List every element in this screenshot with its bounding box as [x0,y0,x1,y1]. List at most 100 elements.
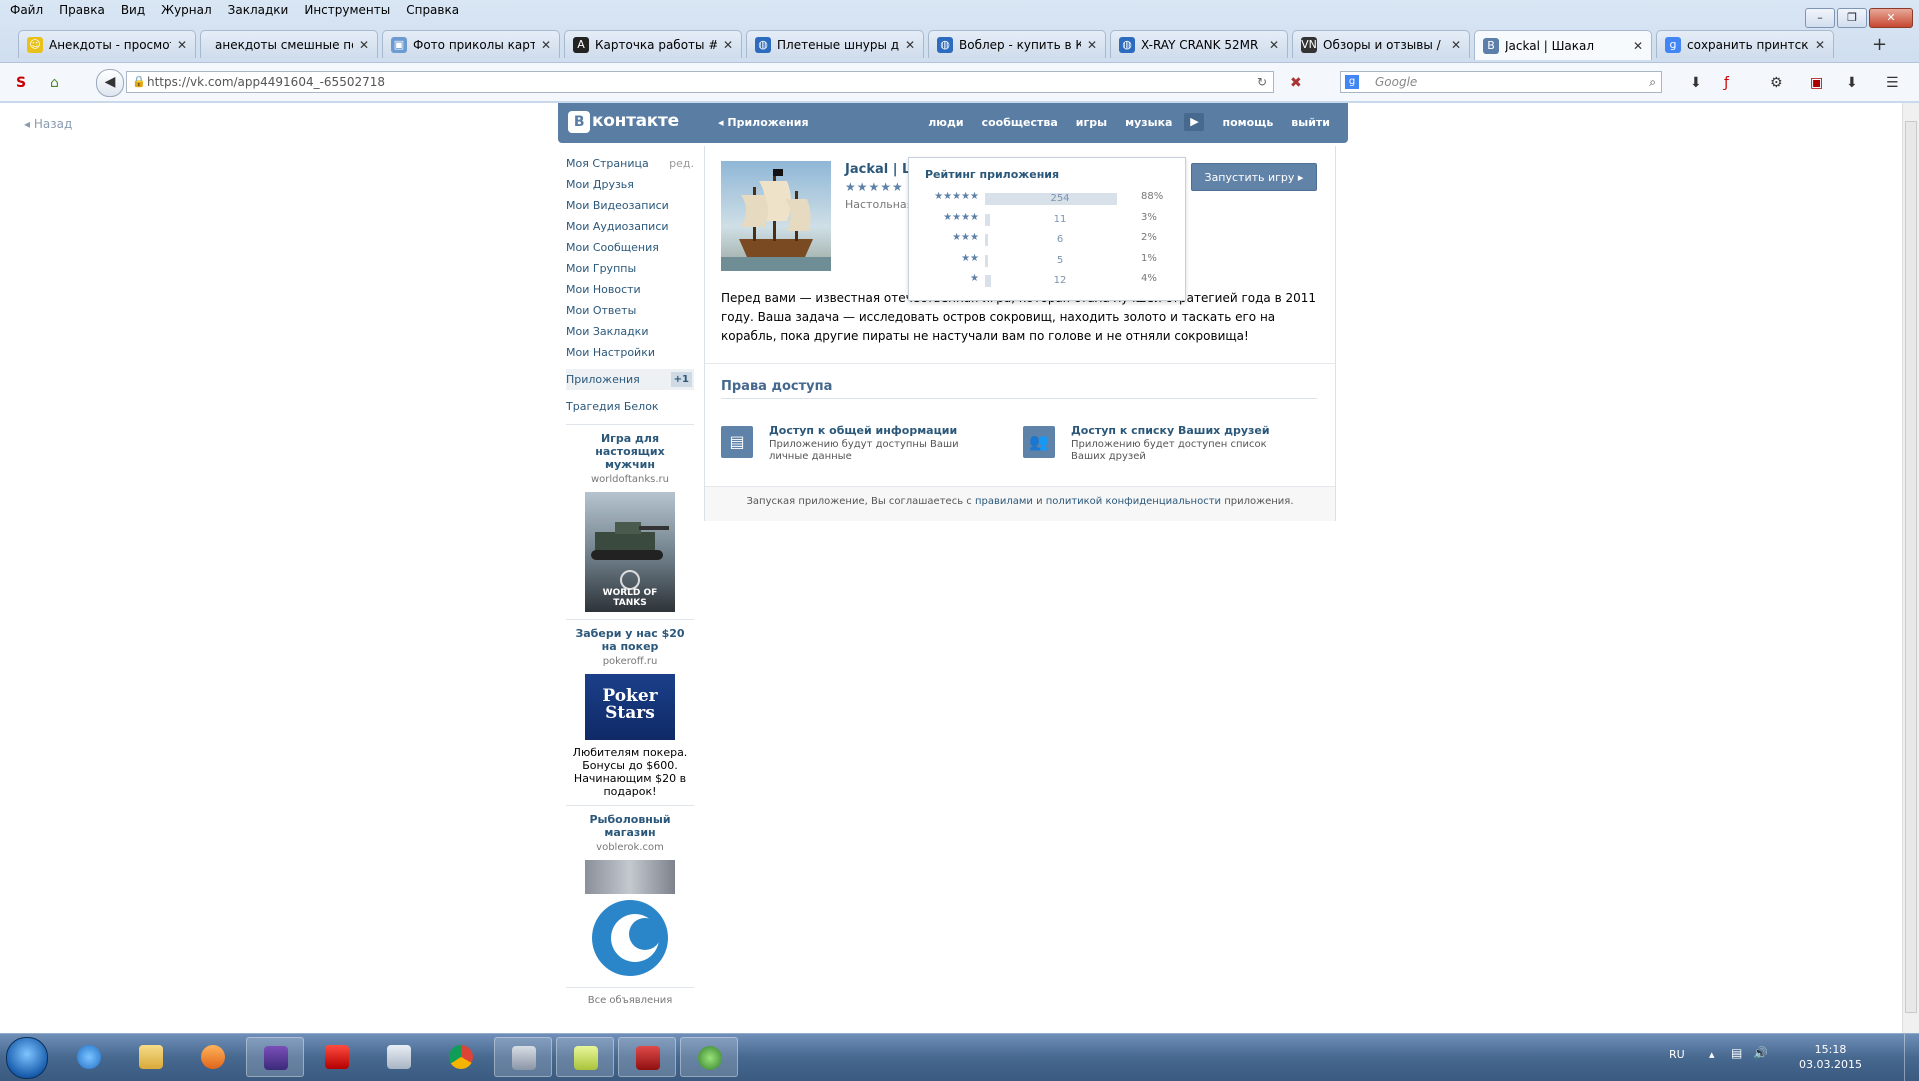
close-tab-icon[interactable]: ✕ [1087,38,1097,52]
close-tab-icon[interactable]: ✕ [177,38,187,52]
sidebar-item[interactable]: Мои Новости [566,279,694,300]
taskbar-app-window[interactable] [494,1037,552,1077]
minimize-button[interactable]: – [1805,8,1835,28]
clock[interactable]: 15:18 03.03.2015 [1799,1042,1862,1072]
close-tab-icon[interactable]: ✕ [905,38,915,52]
search-input[interactable]: g Google ⌕ [1340,71,1662,93]
rules-link[interactable]: правилами [975,496,1033,507]
browser-tab[interactable]: A Карточка работы #11... ✕ [564,30,742,58]
sidebar-item[interactable]: Мои Группы [566,258,694,279]
close-tab-icon[interactable]: ✕ [1269,38,1279,52]
addon-flag-icon[interactable]: ▣ [1810,75,1823,91]
close-tab-icon[interactable]: ✕ [541,38,551,52]
show-desktop-button[interactable] [1904,1034,1919,1081]
nav-logout[interactable]: выйти [1291,116,1330,131]
browser-tab[interactable]: анекдоты смешные пош... ✕ [200,30,378,58]
taskbar-media-player[interactable] [184,1037,242,1077]
back-button[interactable]: ◀ [96,69,124,97]
url-bar[interactable]: 🔒 https://vk.com/app4491604_-65502718 ↻ [126,71,1274,93]
close-tab-icon[interactable]: ✕ [1633,39,1643,53]
start-button[interactable] [6,1037,48,1079]
download-icon[interactable]: ⬇ [1690,75,1702,91]
app-icon[interactable] [721,161,831,271]
addon-gear-icon[interactable]: ⚙ [1770,75,1783,91]
taskbar-firefox[interactable] [246,1037,304,1077]
browser-tab[interactable]: ◍ Воблер - купить в Ки... ✕ [928,30,1106,58]
ad-title[interactable]: Игра для настоящих мужчин [570,432,690,471]
addon-s-icon[interactable]: S [16,75,26,91]
ad-voblerok[interactable]: Рыболовный магазин voblerok.com [570,813,690,980]
ad-worldoftanks[interactable]: Игра для настоящих мужчин worldoftanks.r… [570,432,690,612]
menu-tools[interactable]: Инструменты [294,0,396,17]
sidebar-item[interactable]: Мои Сообщения [566,237,694,258]
new-tab-button[interactable]: + [1872,34,1887,55]
taskbar-autocad[interactable] [618,1037,676,1077]
menu-edit[interactable]: Правка [49,0,111,17]
taskbar-notes[interactable] [556,1037,614,1077]
network-icon[interactable]: ▤ [1731,1046,1742,1060]
taskbar-acrobat[interactable] [308,1037,366,1077]
nav-communities[interactable]: сообщества [982,116,1058,131]
nav-music[interactable]: музыка [1125,116,1172,131]
music-play-icon[interactable]: ▶ [1184,113,1205,131]
maximize-button[interactable]: ❐ [1837,8,1867,28]
close-tab-icon[interactable]: ✕ [1451,38,1461,52]
save-page-icon[interactable]: ⬇ [1846,75,1858,91]
menu-history[interactable]: Журнал [151,0,218,17]
menu-bookmarks[interactable]: Закладки [218,0,295,17]
scrollbar-thumb[interactable] [1905,121,1917,1013]
sidebar-item[interactable]: Мои Ответы [566,300,694,321]
close-window-button[interactable]: ✕ [1869,8,1913,28]
nav-people[interactable]: люди [928,116,963,131]
menu-file[interactable]: Файл [0,0,49,17]
close-tab-icon[interactable]: ✕ [723,38,733,52]
nav-games[interactable]: игры [1076,116,1107,131]
taskbar-calculator[interactable] [370,1037,428,1077]
browser-tab[interactable]: ☺ Анекдоты - просмот... ✕ [18,30,196,58]
search-icon[interactable]: ⌕ [1649,72,1656,92]
close-tab-icon[interactable]: ✕ [359,38,369,52]
sidebar-item-tragedy[interactable]: Трагедия Белок [566,396,694,417]
all-ads-link[interactable]: Все объявления [566,995,694,1006]
run-game-button[interactable]: Запустить игру ▸ [1191,163,1317,191]
taskbar-ie[interactable] [60,1037,118,1077]
flash-icon[interactable]: ƒ [1724,75,1729,91]
taskbar-chrome[interactable] [432,1037,490,1077]
close-tab-icon[interactable]: ✕ [1815,38,1825,52]
privacy-policy-link[interactable]: политикой конфиденциальности [1046,496,1221,507]
page-scrollbar[interactable] [1902,103,1919,1033]
reload-icon[interactable]: ↻ [1257,72,1267,92]
back-link[interactable]: ◂ Назад [24,117,72,131]
addon-block-icon[interactable]: ✖ [1290,75,1302,91]
taskbar-globe-app[interactable] [680,1037,738,1077]
browser-tab[interactable]: В Jackal | Шакал ✕ [1474,30,1652,60]
nav-help[interactable]: помощь [1222,116,1273,131]
sidebar-item[interactable]: Мои Видеозаписи [566,195,694,216]
sidebar-item-apps[interactable]: Приложения +1 [566,369,694,390]
edit-profile-link[interactable]: ред. [669,153,694,174]
app-rating-stars[interactable]: ★★★★★ [845,180,904,194]
permission-title[interactable]: Доступ к общей информации [769,424,957,437]
sidebar-item[interactable]: Мои Закладки [566,321,694,342]
taskbar-explorer[interactable] [122,1037,180,1077]
ad-image-poker[interactable]: Poker Stars [585,674,675,740]
browser-tab[interactable]: ▣ Фото приколы карти... ✕ [382,30,560,58]
ad-title[interactable]: Забери у нас $20 на покер [570,627,690,653]
apps-breadcrumb[interactable]: ◂ Приложения [718,116,809,129]
permission-title[interactable]: Доступ к списку Ваших друзей [1071,424,1270,437]
ad-image-tank[interactable]: WORLD OF TANKS [585,492,675,612]
sidebar-item[interactable]: Мои Настройки [566,342,694,363]
language-indicator[interactable]: RU [1669,1048,1685,1061]
sidebar-item[interactable]: Моя Страница ред. [566,153,694,174]
browser-tab[interactable]: g сохранить принтскр... ✕ [1656,30,1834,58]
vk-logo[interactable]: Вконтакте [568,111,679,133]
ad-image-fish-logo[interactable] [585,860,675,980]
browser-tab[interactable]: ◍ Плетеные шнуры дл... ✕ [746,30,924,58]
tray-expand-icon[interactable]: ▴ [1709,1048,1715,1061]
home-icon[interactable]: ⌂ [50,75,59,91]
sidebar-item[interactable]: Мои Аудиозаписи [566,216,694,237]
browser-tab[interactable]: ◍ X-RAY CRANK 52MR ✕ [1110,30,1288,58]
menu-help[interactable]: Справка [396,0,465,17]
volume-icon[interactable]: 🔊 [1753,1046,1768,1060]
menu-view[interactable]: Вид [111,0,151,17]
